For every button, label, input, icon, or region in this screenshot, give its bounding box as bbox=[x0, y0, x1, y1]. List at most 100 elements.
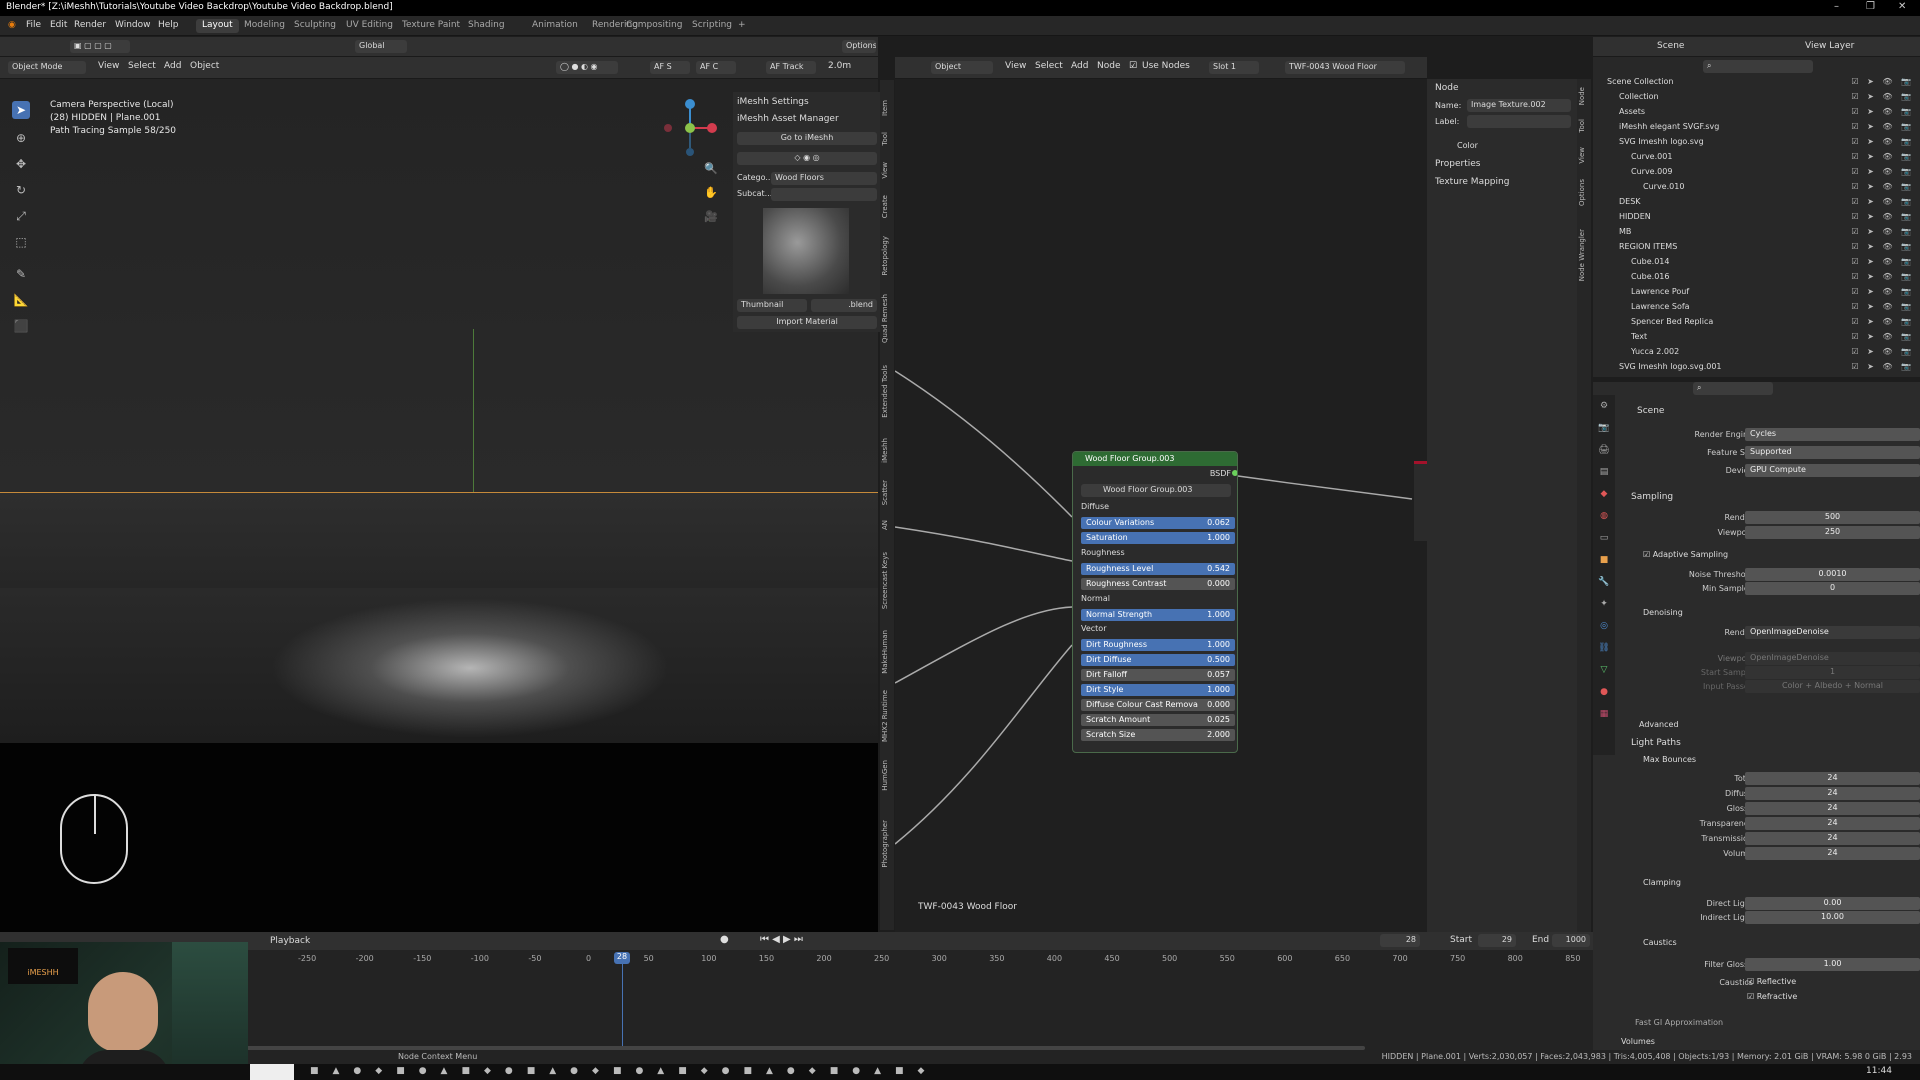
move-tool-icon[interactable]: ✥ bbox=[12, 155, 30, 173]
material-selector[interactable]: TWF-0043 Wood Floor bbox=[1285, 61, 1405, 74]
physics-props-icon[interactable]: ◎ bbox=[1597, 619, 1611, 633]
tab-imeshh[interactable]: iMeshh bbox=[881, 438, 893, 463]
mode-selector[interactable]: Object Mode bbox=[8, 61, 86, 74]
outliner-row[interactable]: iMeshh elegant SVGF.svg ☑ ➤ 👁 📷 bbox=[1593, 120, 1920, 135]
ne-tab-tool[interactable]: Tool bbox=[1578, 119, 1590, 133]
tab-uv-editing[interactable]: UV Editing bbox=[340, 19, 399, 33]
ne-menu-select[interactable]: Select bbox=[1035, 61, 1063, 71]
tab-create[interactable]: Create bbox=[881, 195, 893, 218]
tool-props-icon[interactable]: ⚙ bbox=[1597, 399, 1611, 413]
field-colour-variations[interactable]: Colour Variations 0.062 bbox=[1081, 517, 1235, 529]
node-panel-header[interactable]: Node bbox=[1435, 83, 1459, 93]
bounce-field[interactable]: 24 bbox=[1745, 787, 1920, 800]
transform-orientation[interactable]: Global bbox=[355, 40, 407, 53]
ne-tab-view[interactable]: View bbox=[1578, 147, 1590, 164]
direct-light-field[interactable]: 0.00 bbox=[1745, 897, 1920, 910]
denoise-render-dropdown[interactable]: OpenImageDenoise bbox=[1745, 626, 1920, 639]
outliner-row[interactable]: MB ☑ ➤ 👁 📷 bbox=[1593, 225, 1920, 240]
visibility-toggles-icon[interactable]: ☑ ➤ 👁 📷 bbox=[1851, 167, 1914, 176]
field-dirt-falloff[interactable]: Dirt Falloff 0.057 bbox=[1081, 669, 1235, 681]
texture-mapping-section[interactable]: Texture Mapping bbox=[1435, 177, 1509, 187]
object-props-icon[interactable]: ■ bbox=[1597, 553, 1611, 567]
blend-toggle[interactable]: .blend bbox=[811, 299, 877, 312]
tab-tool[interactable]: Tool bbox=[881, 132, 893, 146]
visibility-toggles-icon[interactable]: ☑ ➤ 👁 📷 bbox=[1851, 122, 1914, 131]
reflective-checkbox[interactable]: ☑ Reflective bbox=[1747, 977, 1796, 986]
outliner-row[interactable]: Curve.009 ☑ ➤ 👁 📷 bbox=[1593, 165, 1920, 180]
outliner-row[interactable]: Lawrence Sofa ☑ ➤ 👁 📷 bbox=[1593, 300, 1920, 315]
transform-tool-icon[interactable]: ⬚ bbox=[12, 233, 30, 251]
select-mode-buttons[interactable]: ▣ ▢ ▢ ▢ bbox=[70, 40, 130, 53]
properties-section[interactable]: Properties bbox=[1435, 159, 1480, 169]
shading-buttons[interactable]: ◯ ● ◐ ◉ bbox=[556, 61, 618, 74]
visibility-toggles-icon[interactable]: ☑ ➤ 👁 📷 bbox=[1851, 137, 1914, 146]
viewport-samples-field[interactable]: 250 bbox=[1745, 526, 1920, 539]
scene-selector[interactable]: Scene bbox=[1657, 41, 1684, 51]
outliner-row[interactable]: Assets ☑ ➤ 👁 📷 bbox=[1593, 105, 1920, 120]
visibility-toggles-icon[interactable]: ☑ ➤ 👁 📷 bbox=[1851, 182, 1914, 191]
object-type-dropdown[interactable]: Object bbox=[931, 61, 993, 74]
filter-glossy-field[interactable]: 1.00 bbox=[1745, 958, 1920, 971]
record-icon[interactable]: ● bbox=[720, 934, 729, 945]
visibility-toggles-icon[interactable]: ☑ ➤ 👁 📷 bbox=[1851, 152, 1914, 161]
outliner-row[interactable]: SVG Imeshh logo.svg.001 ☑ ➤ 👁 📷 bbox=[1593, 360, 1920, 375]
view-layer-props-icon[interactable]: ▤ bbox=[1597, 465, 1611, 479]
end-frame-field[interactable]: 1000 bbox=[1552, 934, 1590, 947]
visibility-toggles-icon[interactable]: ☑ ➤ 👁 📷 bbox=[1851, 302, 1914, 311]
outliner-row[interactable]: Collection ☑ ➤ 👁 📷 bbox=[1593, 90, 1920, 105]
wood-floor-group-node[interactable]: Wood Floor Group.003 BSDF Wood Floor Gro… bbox=[1072, 451, 1238, 753]
field-scratch-amount[interactable]: Scratch Amount 0.025 bbox=[1081, 714, 1235, 726]
measure-tool-icon[interactable]: 📐 bbox=[12, 291, 30, 309]
field-dirt-roughness[interactable]: Dirt Roughness 1.000 bbox=[1081, 639, 1235, 651]
tab-compositing[interactable]: Compositing bbox=[620, 19, 688, 33]
output-props-icon[interactable]: 🖨 bbox=[1597, 443, 1611, 457]
import-material-button[interactable]: Import Material bbox=[737, 316, 877, 329]
tab-mhx2-runtime[interactable]: MHX2 Runtime bbox=[881, 690, 893, 742]
menu-help[interactable]: Help bbox=[158, 20, 179, 30]
particles-props-icon[interactable]: ✦ bbox=[1597, 597, 1611, 611]
bounce-field[interactable]: 24 bbox=[1745, 817, 1920, 830]
material-props-icon[interactable]: ● bbox=[1597, 685, 1611, 699]
tab-an[interactable]: AN bbox=[881, 520, 893, 530]
visibility-toggles-icon[interactable]: ☑ ➤ 👁 📷 bbox=[1851, 362, 1914, 371]
visibility-toggles-icon[interactable]: ☑ ➤ 👁 📷 bbox=[1851, 257, 1914, 266]
modifier-props-icon[interactable]: 🔧 bbox=[1597, 575, 1611, 589]
tab-scripting[interactable]: Scripting bbox=[686, 19, 738, 33]
advanced-section[interactable]: Advanced bbox=[1639, 720, 1679, 729]
start-sample-field[interactable]: 1 bbox=[1745, 666, 1920, 679]
select-tool-icon[interactable]: ➤ bbox=[12, 101, 30, 119]
denoising-section[interactable]: Denoising bbox=[1643, 608, 1683, 617]
ne-menu-node[interactable]: Node bbox=[1097, 61, 1121, 71]
outliner-row[interactable]: Curve.010 ☑ ➤ 👁 📷 bbox=[1593, 180, 1920, 195]
visibility-toggles-icon[interactable]: ☑ ➤ 👁 📷 bbox=[1851, 92, 1914, 101]
bounce-field[interactable]: 24 bbox=[1745, 832, 1920, 845]
denoise-viewport-dropdown[interactable]: OpenImageDenoise bbox=[1745, 652, 1920, 665]
view-layer-selector[interactable]: View Layer bbox=[1805, 41, 1854, 51]
outliner-row[interactable]: SVG Imeshh logo.svg ☑ ➤ 👁 📷 bbox=[1593, 135, 1920, 150]
field-roughness-level[interactable]: Roughness Level 0.542 bbox=[1081, 563, 1235, 575]
visibility-toggles-icon[interactable]: ☑ ➤ 👁 📷 bbox=[1851, 212, 1914, 221]
noise-threshold-field[interactable]: 0.0010 bbox=[1745, 568, 1920, 581]
minimize-icon[interactable]: – bbox=[1834, 1, 1839, 12]
min-samples-field[interactable]: 0 bbox=[1745, 582, 1920, 595]
taskbar-search[interactable] bbox=[250, 1064, 294, 1080]
tab-scatter[interactable]: Scatter bbox=[881, 480, 893, 505]
af-c-button[interactable]: AF C bbox=[696, 61, 736, 74]
visibility-toggles-icon[interactable]: ☑ ➤ 👁 📷 bbox=[1851, 77, 1914, 86]
camera-view-icon[interactable]: 🎥 bbox=[704, 210, 718, 223]
outliner-row[interactable]: Cube.014 ☑ ➤ 👁 📷 bbox=[1593, 255, 1920, 270]
thumbnail-toggle[interactable]: Thumbnail bbox=[737, 299, 807, 312]
sampling-section[interactable]: Sampling bbox=[1631, 492, 1673, 502]
taskbar-app-icons[interactable]: ■▲●◆■●▲■◆●■▲●◆■●▲■◆●■▲●◆■●▲■◆ bbox=[310, 1066, 938, 1076]
tab-item[interactable]: Item bbox=[881, 100, 893, 116]
field-dirt-diffuse[interactable]: Dirt Diffuse 0.500 bbox=[1081, 654, 1235, 666]
fast-gi-section[interactable]: Fast GI Approximation bbox=[1635, 1018, 1723, 1027]
ne-menu-view[interactable]: View bbox=[1005, 61, 1026, 71]
start-frame-field[interactable]: 29 bbox=[1478, 934, 1516, 947]
material-thumbnail[interactable] bbox=[763, 208, 849, 294]
subcategory-dropdown[interactable] bbox=[771, 188, 877, 201]
playhead-frame[interactable]: 28 bbox=[614, 952, 630, 964]
adaptive-sampling-checkbox[interactable]: ☑ Adaptive Sampling bbox=[1643, 550, 1728, 559]
asset-type-buttons[interactable]: ◇ ◉ ◎ bbox=[737, 152, 877, 165]
af-track-button[interactable]: AF Track bbox=[766, 61, 816, 74]
